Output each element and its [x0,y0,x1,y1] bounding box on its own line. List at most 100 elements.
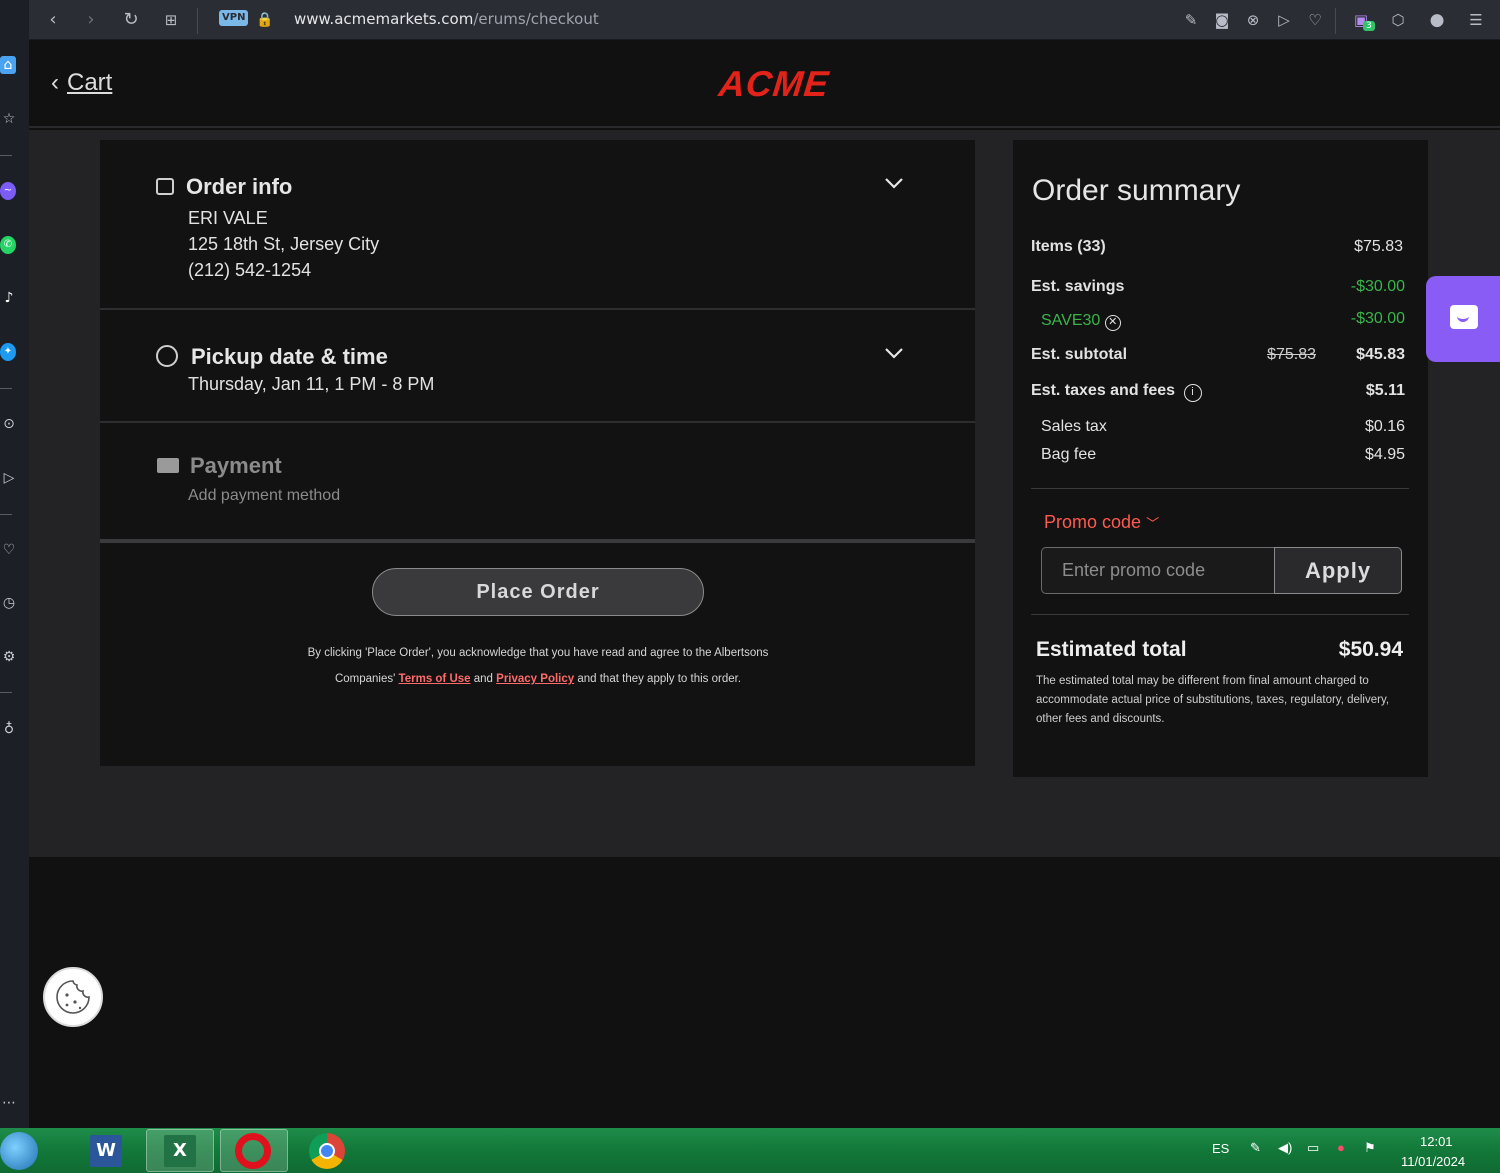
send-icon[interactable]: ▷ [0,469,18,487]
adblock-icon[interactable]: ⊗ [1241,8,1265,32]
browser-sidebar: ⌂ ☆ ~ ✆ ♪ ✦ ⊙ ▷ ♡ ◷ ⚙ ♁ ⋯ [0,0,29,1128]
chevron-down-icon[interactable] [883,172,905,194]
speed-dial-icon[interactable]: ☆ [0,110,18,128]
credit-card-icon [157,458,179,473]
volume-icon[interactable]: ◀) [1278,1140,1292,1156]
forward-icon[interactable]: › [79,8,103,32]
coupon-code: SAVE30 ✕ [1041,312,1121,331]
place-order-button[interactable]: Place Order [372,568,704,616]
taskbar-chrome[interactable] [294,1129,362,1172]
chevron-down-icon[interactable] [883,342,905,364]
start-button[interactable] [0,1132,38,1170]
settings-icon[interactable]: ⚙ [0,648,18,666]
add-payment-method[interactable]: Add payment method [188,487,340,505]
profile-icon[interactable]: ● [1425,8,1449,32]
tabs-grid-icon[interactable]: ⊞ [159,8,183,32]
order-info-section[interactable]: Order info ERI VALE 125 18th St, Jersey … [100,140,975,310]
chat-icon [1450,305,1478,329]
promo-code-input[interactable] [1041,547,1274,594]
word-icon: W [90,1135,122,1167]
savings-label: Est. savings [1031,278,1125,295]
items-value: $75.83 [1354,238,1403,255]
extension-badge: 3 [1363,21,1375,31]
bag-fee-label: Bag fee [1041,446,1097,463]
subtotal-original: $75.83 [1267,346,1316,363]
calendar-icon [156,178,174,195]
cube-icon[interactable]: ⬡ [1386,8,1410,32]
apply-promo-button[interactable]: Apply [1274,547,1402,594]
network-icon[interactable]: ▭ [1307,1140,1319,1156]
info-icon[interactable]: i [1183,384,1202,402]
back-to-cart-link[interactable]: ‹ Cart [51,69,112,97]
whatsapp-icon[interactable]: ✆ [0,236,16,254]
subtotal-value: $45.83 [1356,346,1405,363]
bag-fee-value: $4.95 [1364,446,1405,463]
clock-time[interactable]: 12:01 [1420,1134,1453,1149]
history-icon[interactable]: ◷ [0,594,18,612]
privacy-policy-link[interactable]: Privacy Policy [496,673,574,685]
share-icon[interactable]: ▷ [1272,8,1296,32]
opera-icon [235,1133,271,1169]
checkout-card: Order info ERI VALE 125 18th St, Jersey … [100,140,975,766]
estimated-total-note: The estimated total may be different fro… [1036,675,1390,725]
customer-phone: (212) 542-1254 [188,260,312,280]
customer-name: ERI VALE [188,208,268,228]
browser-toolbar: ‹ › ↻ ⊞ VPN 🔒 www.acmemarkets.com/erums/… [29,0,1500,40]
lock-icon[interactable]: 🔒 [253,8,277,32]
excel-icon: X [164,1135,196,1167]
taxes-value: $5.11 [1365,382,1405,399]
chat-button[interactable] [1426,276,1500,362]
promo-code-toggle[interactable]: Promo code ﹀ [1044,512,1159,533]
vpn-badge[interactable]: VPN [219,10,249,26]
more-icon[interactable]: ⋯ [0,1094,18,1112]
terms-of-use-link[interactable]: Terms of Use [399,673,471,685]
payment-section[interactable]: Payment Add payment method [100,423,975,543]
chrome-icon [309,1133,345,1169]
tiktok-icon[interactable]: ♪ [0,289,18,307]
flag-icon[interactable]: ⚑ [1364,1140,1376,1156]
estimated-total-label: Estimated total [1036,638,1187,661]
url-path: /erums/checkout [473,10,599,28]
chevron-left-icon: ‹ [51,69,59,96]
legal-suffix: and that they apply to this order. [577,673,742,685]
camera-icon[interactable]: ◙ [1210,8,1234,32]
messenger-icon[interactable]: ~ [0,182,16,200]
acme-logo[interactable]: ACME [717,63,831,105]
bookmark-heart-icon[interactable]: ♡ [1303,8,1327,32]
cookie-icon [56,980,90,1014]
taskbar-word[interactable]: W [72,1129,140,1172]
back-icon[interactable]: ‹ [41,8,65,32]
sales-tax-label: Sales tax [1041,418,1107,435]
clock-date[interactable]: 11/01/2024 [1401,1154,1465,1169]
coupon-value: -$30.00 [1350,310,1405,327]
taskbar-excel[interactable]: X [146,1129,214,1172]
edit-icon[interactable]: ✎ [1179,8,1203,32]
lightbulb-icon[interactable]: ♁ [0,720,18,738]
heart-icon[interactable]: ♡ [0,541,18,559]
legal-notice: By clicking 'Place Order', you acknowled… [290,640,786,692]
site-header: ‹ Cart ACME [29,41,1500,128]
cookie-settings-button[interactable] [43,967,103,1027]
reload-icon[interactable]: ↻ [119,8,143,32]
savings-value: -$30.00 [1350,278,1405,295]
url-domain: www.acmemarkets.com [294,10,474,28]
pickup-section[interactable]: Pickup date & time Thursday, Jan 11, 1 P… [100,310,975,423]
pickup-window: Thursday, Jan 11, 1 PM - 8 PM [188,374,435,394]
subtotal-label: Est. subtotal [1031,346,1128,363]
player-icon[interactable]: ⊙ [0,415,18,433]
windows-taskbar: W X ES ✎ ◀) ▭ ● ⚑ 12:01 11/01/2024 [0,1128,1500,1173]
taxes-label: Est. taxes and fees i [1031,382,1202,402]
address-bar[interactable]: www.acmemarkets.com/erums/checkout [294,10,599,28]
twitter-icon[interactable]: ✦ [0,343,16,361]
notification-icon[interactable]: ● [1337,1140,1345,1155]
items-label: Items (33) [1031,238,1106,255]
taskbar-opera[interactable] [220,1129,288,1172]
menu-icon[interactable]: ☰ [1464,8,1488,32]
home-icon[interactable]: ⌂ [0,56,16,74]
legal-and: and [473,673,493,685]
pen-icon[interactable]: ✎ [1250,1140,1261,1156]
remove-coupon-icon[interactable]: ✕ [1104,315,1121,331]
language-indicator[interactable]: ES [1212,1141,1229,1156]
summary-divider [1031,614,1409,615]
order-info-title: Order info [186,174,293,199]
